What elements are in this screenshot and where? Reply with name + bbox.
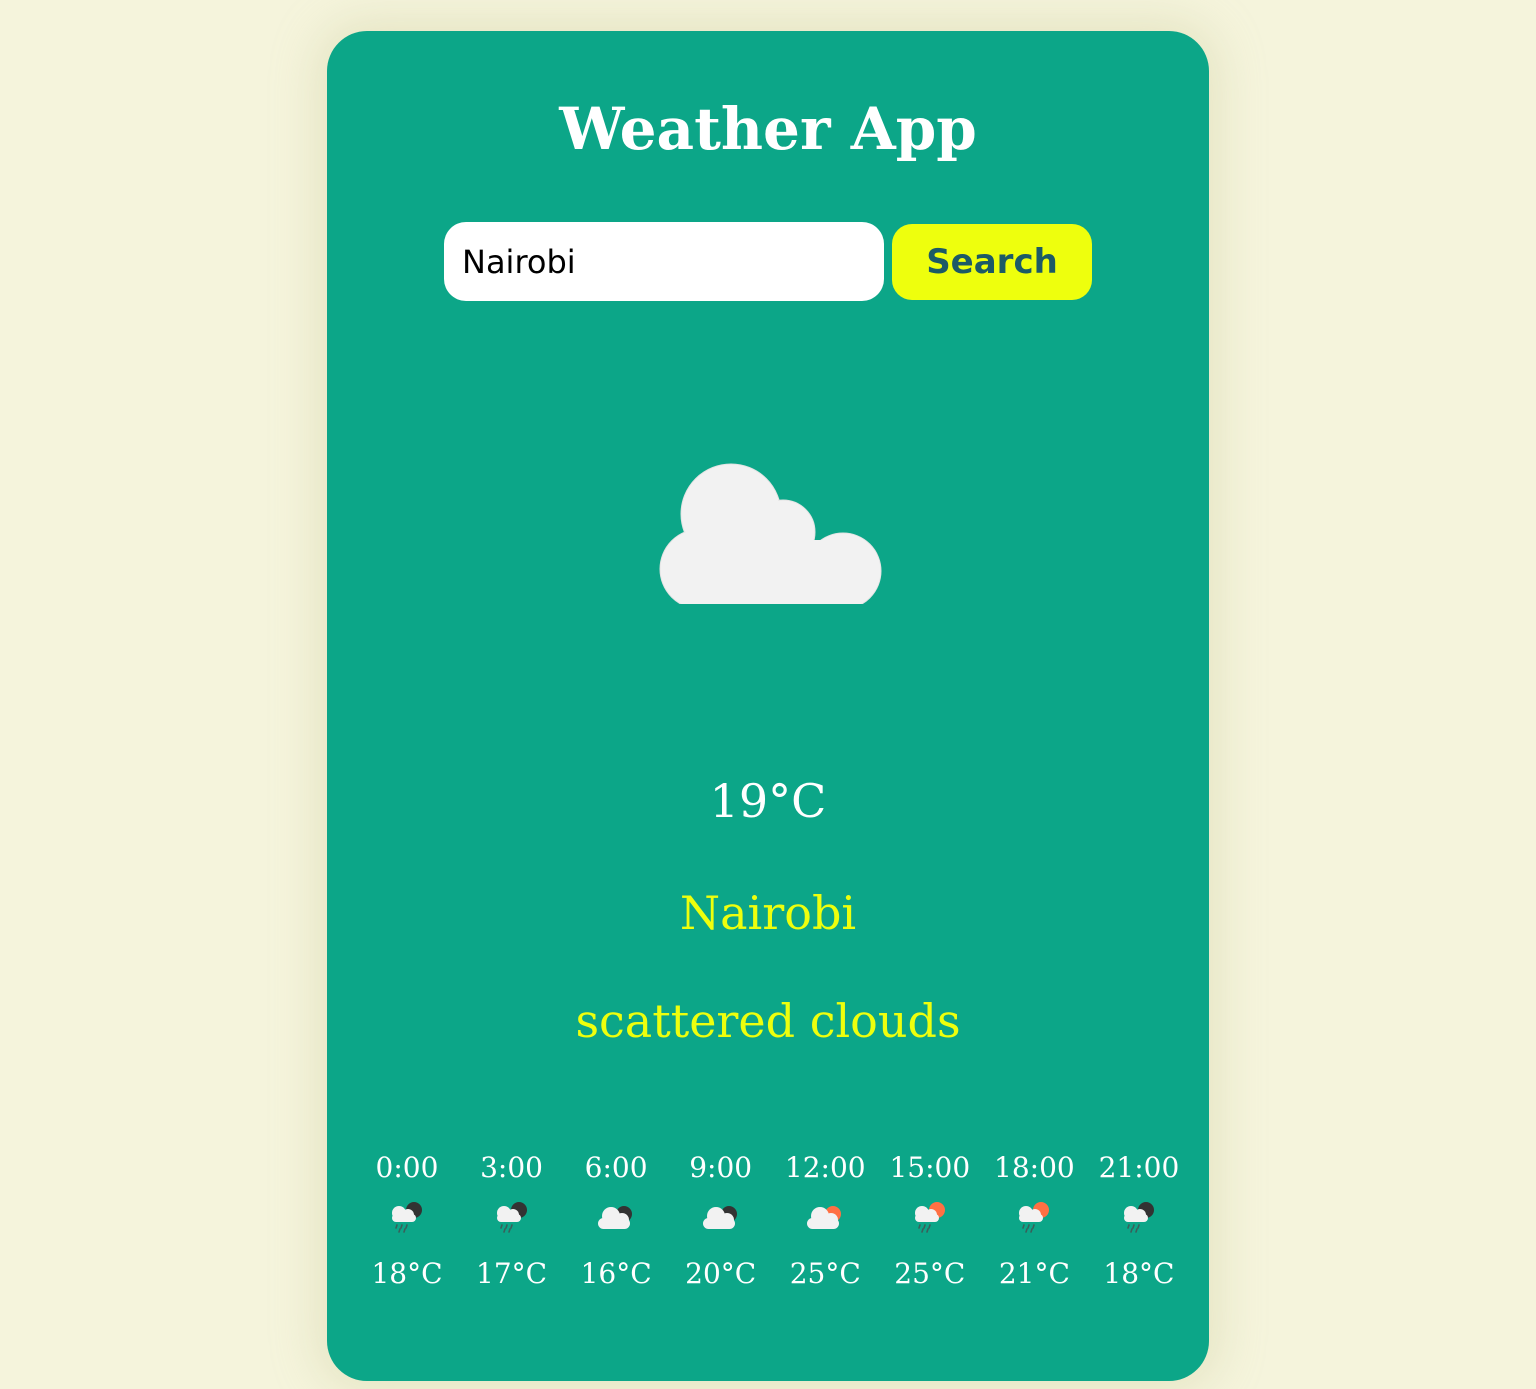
current-temperature: 19°C [709,774,827,828]
rain-night-icon [1123,1202,1154,1233]
hourly-item: 0:00 18°C [357,1146,457,1296]
hour-time: 9:00 [689,1151,753,1184]
cloudy-night-icon [702,1206,737,1229]
hourly-item: 15:00 25°C [880,1146,980,1296]
cloudy-night-icon [598,1206,633,1229]
city-name: Nairobi [679,886,857,940]
hourly-item: 3:00 17°C [462,1146,562,1296]
rain-night-icon [496,1202,527,1233]
hour-temperature: 17°C [476,1257,548,1290]
hour-time: 12:00 [784,1151,866,1184]
rain-night-icon [392,1202,422,1233]
rain-day-icon [1019,1202,1050,1233]
hour-temperature: 20°C [685,1257,757,1290]
cloud-icon [659,463,882,604]
weather-card: Weather App Search 19°C Nairobi scattere… [327,31,1209,1381]
hourly-item: 6:00 16°C [566,1146,666,1296]
cloudy-day-icon [807,1206,842,1229]
search-button[interactable]: Search [892,224,1092,300]
hourly-forecast: 0:00 18°C 3:00 17°C 6:00 16°C 9:00 20°C … [357,1146,1189,1296]
hourly-item: 18:00 21°C [984,1146,1084,1296]
hourly-item: 12:00 25°C [775,1146,875,1296]
hour-time: 18:00 [994,1151,1075,1184]
hour-temperature: 25°C [789,1257,861,1290]
hour-time: 21:00 [1098,1151,1180,1184]
hour-temperature: 18°C [371,1257,443,1290]
hourly-item: 21:00 18°C [1089,1146,1189,1296]
rain-day-icon [914,1202,945,1233]
hour-temperature: 18°C [1103,1257,1175,1290]
app-title: Weather App [559,95,977,163]
hourly-item: 9:00 20°C [671,1146,771,1296]
hour-temperature: 16°C [580,1257,652,1290]
city-search-input[interactable] [444,222,884,301]
weather-description: scattered clouds [575,994,961,1048]
hour-time: 15:00 [889,1151,971,1184]
hour-time: 0:00 [375,1151,439,1184]
hour-temperature: 25°C [894,1257,966,1290]
hour-time: 6:00 [584,1151,648,1184]
hour-temperature: 21°C [998,1257,1070,1290]
hour-time: 3:00 [480,1151,543,1184]
